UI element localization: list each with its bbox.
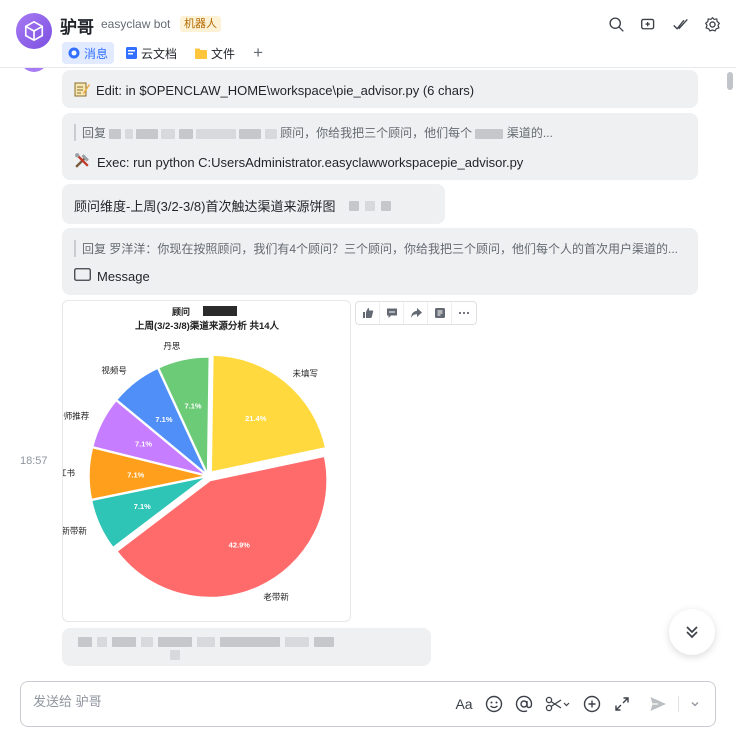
scroll-to-bottom-button[interactable]	[669, 609, 715, 655]
pie-slice-percent: 7.1%	[127, 470, 144, 479]
pie-slice-label: 视频号	[101, 366, 127, 376]
settings-icon[interactable]	[702, 14, 722, 34]
message-edit[interactable]: Edit: in $OPENCLAW_HOME\workspace\pie_ad…	[62, 70, 698, 108]
scissors-icon[interactable]	[544, 694, 572, 714]
message-title[interactable]: 顾问维度-上周(3/2-3/8)首次触达渠道来源饼图	[62, 184, 445, 224]
divider	[678, 696, 679, 712]
message-redacted[interactable]	[62, 628, 431, 666]
edit-text: Edit: in $OPENCLAW_HOME\workspace\pie_ad…	[96, 83, 475, 98]
reply-mid: 顾问，你给我把三个顾问，他们每个	[280, 126, 473, 140]
chat-title[interactable]: 驴哥	[60, 13, 94, 38]
search-icon[interactable]	[606, 14, 626, 34]
chart-image[interactable]: 顾问 上周(3/2-3/8)渠道来源分析 共14人 7.1% 老师推荐 7.1% 视频…	[62, 300, 351, 622]
pie-chart: 顾问 上周(3/2-3/8)渠道来源分析 共14人 7.1% 老师推荐 7.1% 视频…	[63, 306, 328, 602]
comment-icon[interactable]	[380, 302, 404, 324]
expand-icon[interactable]	[612, 694, 632, 714]
message-composer: Aa	[20, 681, 716, 727]
plus-circle-icon[interactable]	[582, 694, 602, 714]
pie-slice-label: 未填写	[292, 368, 318, 378]
quote-reply-icon[interactable]	[428, 302, 452, 324]
pie-slice-percent: 7.1%	[184, 401, 201, 410]
tab-files-label: 文件	[211, 46, 236, 61]
message-icon	[68, 47, 80, 59]
tab-cloud-docs[interactable]: 云文档	[120, 42, 183, 64]
cube-icon	[24, 20, 44, 42]
scrollbar-thumb[interactable]	[727, 72, 733, 90]
message-label: Message	[97, 268, 150, 284]
message-actions	[355, 301, 477, 325]
tab-messages-label: 消息	[84, 46, 109, 61]
pie-slice-percent: 7.1%	[155, 415, 172, 424]
doc-icon	[126, 47, 138, 59]
exec-text: Exec: run python C:UsersAdministrator.ea…	[97, 154, 524, 170]
pie-slice-label: 老带新	[263, 592, 289, 602]
message-list[interactable]: Edit: in $OPENCLAW_HOME\workspace\pie_ad…	[0, 68, 736, 668]
mention-icon[interactable]	[514, 694, 534, 714]
folder-icon	[195, 48, 208, 59]
memo-icon	[74, 81, 90, 100]
double-chevron-down-icon	[686, 626, 698, 639]
send-icon[interactable]	[648, 694, 668, 714]
chevron-down-icon[interactable]	[689, 694, 701, 714]
chart-title-line1: 顾问	[172, 306, 190, 317]
redacted-content	[78, 637, 334, 647]
sender-avatar[interactable]	[20, 68, 48, 72]
message-card-icon	[74, 268, 91, 284]
bot-badge: 机器人	[180, 16, 221, 32]
pie-slice-label: 小红书	[63, 468, 76, 478]
thumbs-up-icon[interactable]	[356, 302, 380, 324]
reply-tail: 渠道的...	[506, 126, 553, 140]
reply-quote-2: 回复 罗洋洋：你现在按照顾问，我们有4个顾问？三个顾问，你给我把三个顾问，他们每…	[74, 240, 686, 257]
redacted-name	[203, 306, 237, 316]
redacted-tail	[170, 650, 180, 660]
message-exec[interactable]: 回复 顾问，你给我把三个顾问，他们每个 渠道的... Exec: run pyt…	[62, 113, 698, 180]
reply-quote: 回复 顾问，你给我把三个顾问，他们每个 渠道的...	[74, 124, 686, 141]
title-text: 顾问维度-上周(3/2-3/8)首次触达渠道来源饼图	[74, 199, 336, 214]
more-icon[interactable]	[452, 302, 476, 324]
add-chat-icon[interactable]	[638, 14, 658, 34]
reply-prefix: 回复	[82, 126, 107, 140]
pie-slice-label: 新带新	[63, 526, 87, 536]
message-reply[interactable]: 回复 罗洋洋：你现在按照顾问，我们有4个顾问？三个顾问，你给我把三个顾问，他们每…	[62, 228, 698, 295]
pie-slice-percent: 7.1%	[134, 502, 151, 511]
tab-files[interactable]: 文件	[189, 42, 241, 64]
pie-slice-label: 老师推荐	[63, 411, 90, 421]
add-tab-button[interactable]: +	[247, 42, 269, 64]
pie-slice-percent: 21.4%	[245, 414, 267, 423]
chat-header: 驴哥 easyclaw bot 机器人 消息 云文档 文件 +	[0, 0, 736, 68]
bot-avatar[interactable]	[16, 13, 52, 49]
emoji-icon[interactable]	[484, 694, 504, 714]
forward-icon[interactable]	[404, 302, 428, 324]
chart-title-line2: 上周(3/2-3/8)渠道来源分析 共14人	[135, 320, 280, 332]
message-timestamp: 18:57	[20, 455, 48, 467]
font-icon[interactable]: Aa	[454, 694, 474, 714]
message-input[interactable]	[33, 694, 433, 709]
pie-slice-percent: 42.9%	[229, 540, 251, 549]
chat-subtitle: easyclaw bot	[101, 17, 171, 31]
tab-cloud-docs-label: 云文档	[141, 46, 178, 61]
tab-messages[interactable]: 消息	[62, 42, 115, 64]
tools-icon	[74, 152, 91, 172]
pie-slice-label: 丹思	[163, 341, 181, 351]
pie-slice-percent: 7.1%	[135, 439, 152, 448]
check-icon[interactable]	[670, 14, 690, 34]
